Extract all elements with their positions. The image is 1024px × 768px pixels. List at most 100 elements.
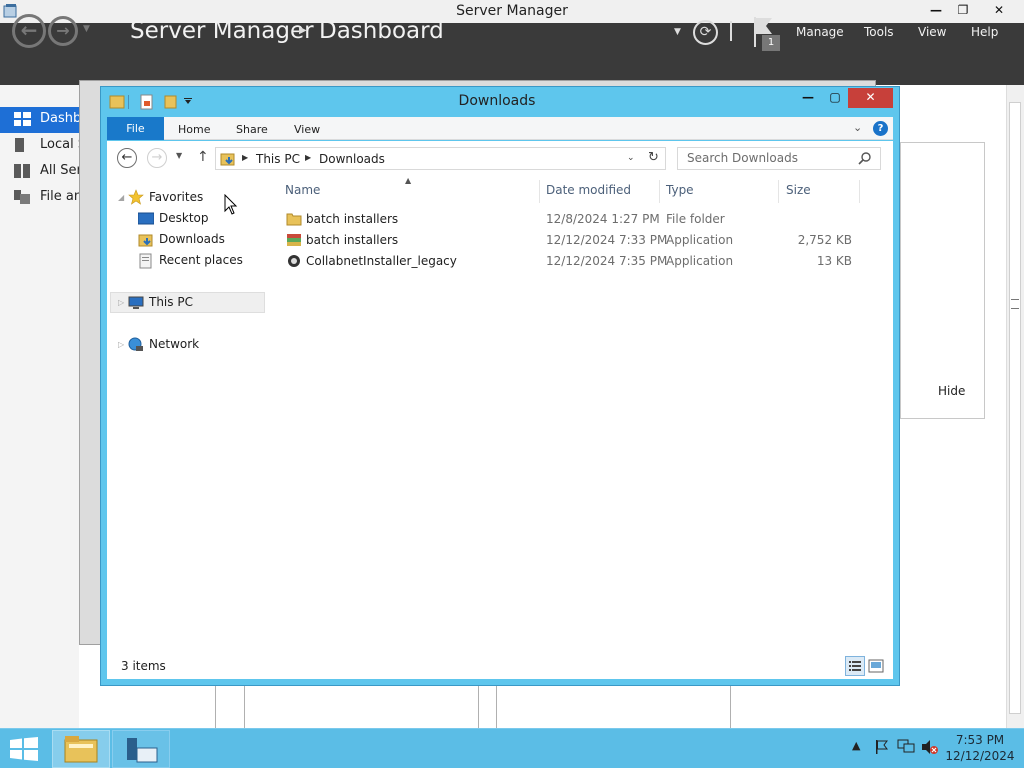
column-header-name[interactable]: Name [278,180,540,203]
column-header-date-modified[interactable]: Date modified [539,180,660,203]
help-icon[interactable]: ? [873,121,888,136]
refresh-dropdown-icon[interactable]: ▼ [674,27,681,37]
recent-places-icon [139,253,152,269]
this-pc-expand-icon[interactable]: ▷ [118,298,124,307]
explorer-maximize-button[interactable]: ▢ [822,88,848,108]
sm-minimize-button[interactable]: — [921,0,951,20]
file-name: batch installers [306,212,399,226]
tab-home[interactable]: Home [178,123,210,136]
column-header-size[interactable]: Size [779,180,860,203]
sidebar-item-label: File and Storage Services [40,189,79,204]
network-status-icon[interactable] [897,739,915,755]
breadcrumb-root: Server Manager [130,18,314,44]
tab-file[interactable]: File [107,117,164,140]
installer-icon [288,255,300,267]
ribbon-tab-bar [107,117,893,140]
address-crumb-downloads[interactable]: Downloads [319,152,385,166]
back-arrow-icon[interactable]: ← [12,14,46,48]
action-center-flag-icon[interactable] [874,739,890,755]
nav-this-pc[interactable]: This PC [149,295,193,309]
mouse-cursor-icon [224,194,238,215]
forward-arrow-icon[interactable]: → [48,16,78,46]
tab-view[interactable]: View [294,123,320,136]
search-icon[interactable] [858,151,872,165]
explorer-body [107,141,893,679]
sidebar-item-file-storage[interactable]: File and Storage Services [0,185,79,211]
address-separator-icon[interactable]: ▶ [305,153,311,162]
recent-locations-dropdown-icon[interactable]: ▼ [176,151,182,160]
file-date: 12/12/2024 7:33 PM [546,233,668,247]
sidebar-item-local-server[interactable]: Local Server [0,133,79,159]
menu-manage[interactable]: Manage [796,25,844,39]
dashboard-icon [14,112,31,126]
large-icons-view-icon[interactable] [868,658,884,674]
details-view-icon [849,661,861,671]
address-crumb-this-pc[interactable]: This PC [256,152,300,166]
breadcrumb-page: Dashboard [319,18,444,44]
tab-share[interactable]: Share [236,123,268,136]
sm-restore-button[interactable]: ❐ [948,0,978,20]
sidebar-item-label: All Servers [40,163,79,178]
header-divider [730,21,732,41]
this-pc-icon [128,296,144,309]
search-input[interactable]: Search Downloads [677,147,881,170]
column-header-type[interactable]: Type [659,180,779,203]
refresh-icon[interactable]: ⟳ [693,20,718,45]
notification-count-badge: 1 [762,35,780,51]
explorer-close-button[interactable]: ✕ [848,88,893,108]
menu-view[interactable]: View [918,25,946,39]
sidebar-item-dashboard[interactable]: Dashboard [0,107,79,133]
history-dropdown-icon[interactable]: ▼ [83,24,90,34]
forward-button[interactable]: → [147,148,167,168]
taskbar-file-explorer-button[interactable] [52,730,110,768]
file-date: 12/8/2024 1:27 PM [546,212,660,226]
file-name: batch installers [306,233,399,247]
file-type: Application [666,254,734,268]
hide-link[interactable]: Hide [938,384,965,398]
nav-downloads[interactable]: Downloads [159,232,225,246]
nav-favorites[interactable]: Favorites [149,190,203,204]
clock-date[interactable]: 12/12/2024 [940,749,1020,763]
nav-desktop[interactable]: Desktop [159,211,209,225]
storage-icon [14,190,30,204]
file-type: Application [666,233,734,247]
address-separator-icon[interactable]: ▶ [242,153,248,162]
application-icon [287,234,301,246]
downloads-folder-icon [138,234,153,247]
downloads-folder-icon [220,153,235,166]
taskbar-server-manager-button[interactable] [112,730,170,768]
file-type: File folder [666,212,725,226]
file-size: 2,752 KB [797,233,852,247]
file-date: 12/12/2024 7:35 PM [546,254,668,268]
status-item-count: 3 items [121,659,166,673]
address-history-dropdown-icon[interactable]: ⌄ [627,153,635,163]
desktop-icon [138,212,154,225]
menu-help[interactable]: Help [971,25,998,39]
volume-muted-icon[interactable] [921,739,939,755]
favorites-collapse-icon[interactable]: ◢ [118,193,124,202]
explorer-minimize-button[interactable]: — [795,88,821,108]
nav-recent-places[interactable]: Recent places [159,253,243,267]
windows-start-icon[interactable] [10,737,38,761]
refresh-icon[interactable]: ↻ [648,150,659,165]
network-expand-icon[interactable]: ▷ [118,340,124,349]
menu-tools[interactable]: Tools [864,25,894,39]
sm-scrollbar-thumb[interactable] [1009,102,1021,714]
sidebar-item-all-servers[interactable]: All Servers [0,159,79,185]
server-icon [15,138,24,152]
ribbon-expand-chevron-icon[interactable]: ⌄ [853,121,862,134]
server-manager-icon [127,738,158,763]
servers-icon [14,164,30,178]
up-button[interactable]: ↑ [197,149,209,165]
back-button[interactable]: ← [117,148,137,168]
file-explorer-icon [64,736,98,763]
sidebar-item-label: Dashboard [40,111,79,126]
favorites-star-icon [128,189,144,205]
clock-time[interactable]: 7:53 PM [940,733,1020,747]
file-name: CollabnetInstaller_legacy [306,254,457,268]
show-hidden-icons-icon[interactable]: ▲ [852,739,860,752]
sm-close-button[interactable]: ✕ [982,0,1016,20]
details-view-button[interactable] [845,656,865,676]
sidebar-item-label: Local Server [40,137,79,152]
nav-network[interactable]: Network [149,337,199,351]
